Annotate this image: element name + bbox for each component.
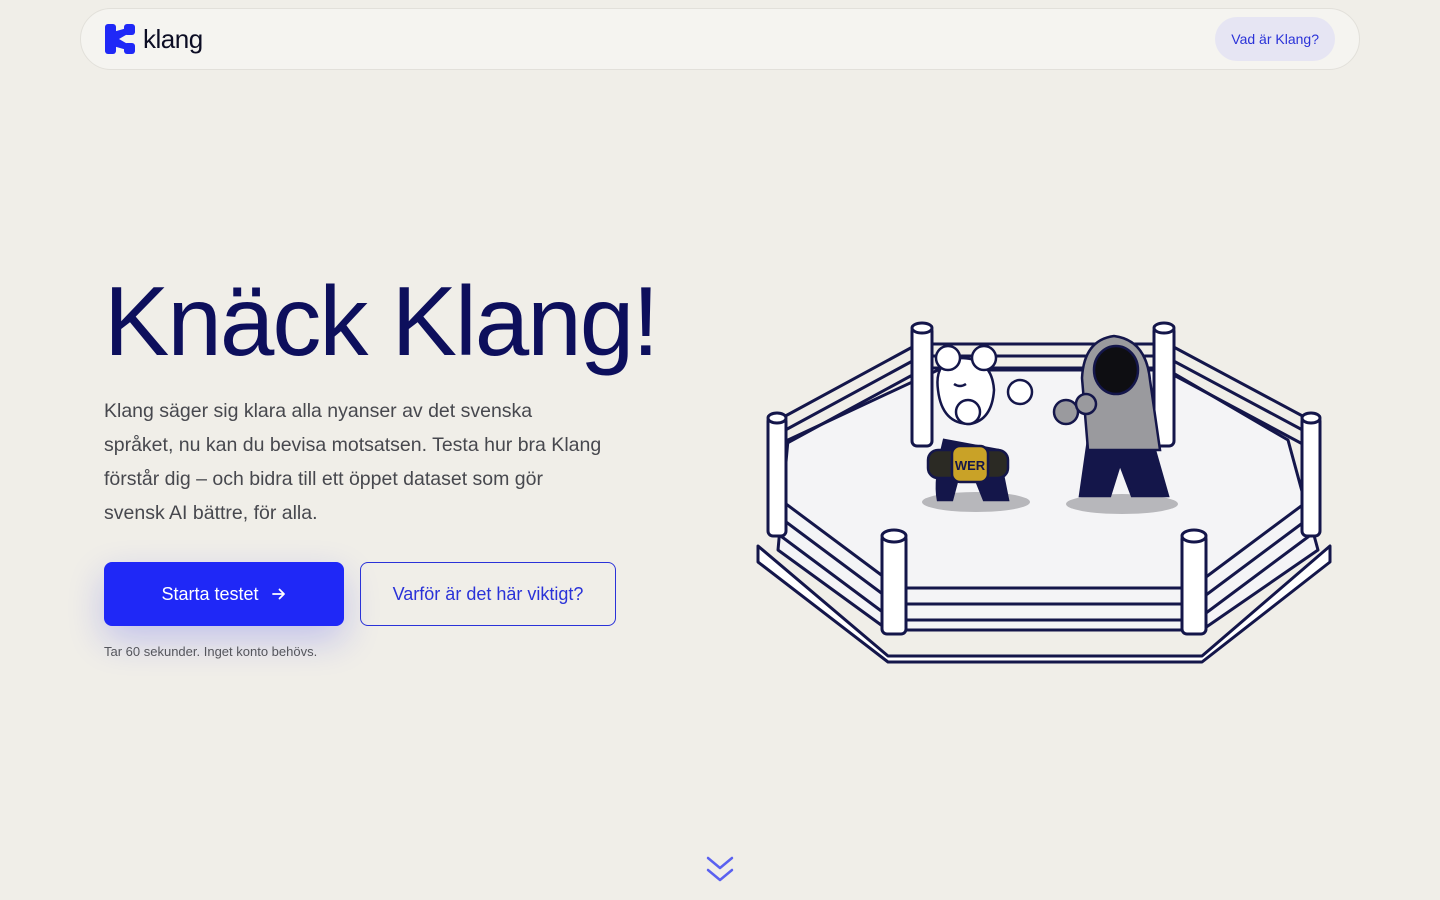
belt-label: WER xyxy=(955,458,986,473)
boxing-ring-illustration: WER xyxy=(756,321,1332,664)
start-test-button[interactable]: Starta testet xyxy=(104,562,344,626)
site-header: klang Vad är Klang? xyxy=(80,8,1360,70)
hero-title: Knäck Klang! xyxy=(104,266,659,376)
why-important-button[interactable]: Varför är det här viktigt? xyxy=(360,562,616,626)
brand-link[interactable]: klang xyxy=(105,24,203,54)
start-test-label: Starta testet xyxy=(161,583,259,604)
hint-text: Tar 60 sekunder. Inget konto behövs. xyxy=(104,644,318,659)
what-is-klang-link[interactable]: Vad är Klang? xyxy=(1215,17,1335,61)
klang-logo-icon xyxy=(105,24,135,54)
arrow-right-icon xyxy=(271,588,285,600)
brand-name: klang xyxy=(143,24,203,54)
double-chevron-down-icon[interactable] xyxy=(704,852,736,886)
hero-description: Klang säger sig klara alla nyanser av de… xyxy=(104,400,602,524)
